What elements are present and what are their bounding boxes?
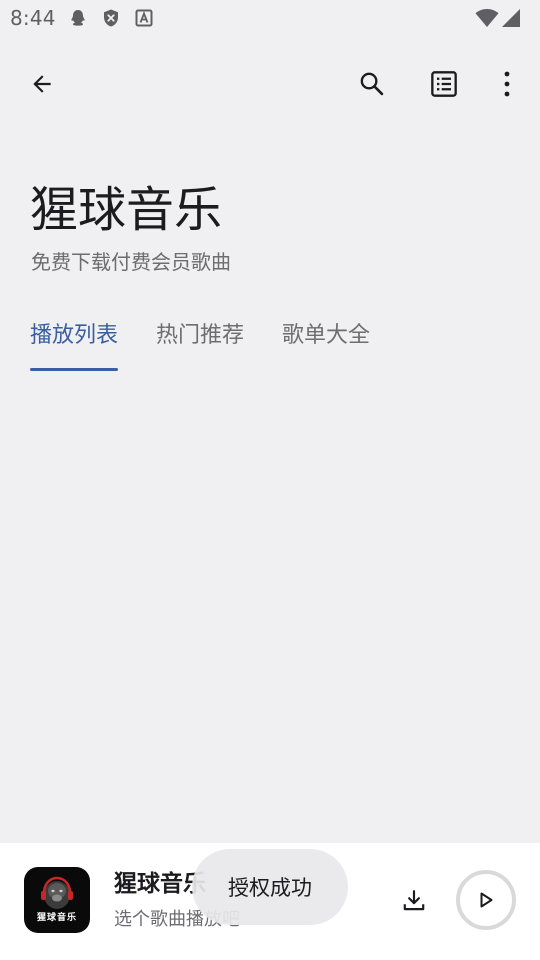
top-app-bar: [0, 56, 540, 112]
app-a-icon: [134, 8, 154, 28]
download-icon: [403, 890, 425, 911]
album-art-caption: 猩球音乐: [36, 913, 77, 923]
list-icon: [431, 71, 457, 97]
tab-label: 热门推荐: [156, 323, 245, 348]
page-subtitle: 免费下载付费会员歌曲: [31, 250, 231, 274]
wifi-icon: [475, 8, 499, 28]
tab-label: 播放列表: [30, 323, 119, 348]
tab-hot-recommend[interactable]: 热门推荐: [156, 318, 244, 374]
status-time: 8:44: [10, 6, 56, 30]
search-icon: [360, 72, 384, 96]
tab-active-indicator: [30, 368, 119, 371]
back-button[interactable]: [18, 60, 66, 108]
tab-bar: 播放列表 热门推荐 歌单大全: [30, 318, 408, 374]
status-bar: 8:44: [0, 0, 540, 36]
shield-x-icon: [101, 8, 121, 28]
qq-notification-icon: [68, 8, 88, 28]
cell-signal-icon: [501, 8, 521, 28]
download-button[interactable]: [390, 877, 438, 925]
toast-message: 授权成功: [192, 849, 348, 925]
tab-label: 歌单大全: [282, 323, 371, 348]
screen: 8:44 猩球音乐 免费下载付费会员歌曲 播放列表 热门推荐 歌单大全 猩球音乐…: [0, 0, 540, 960]
list-button[interactable]: [420, 60, 468, 108]
more-vert-icon: [504, 71, 510, 97]
album-art[interactable]: 猩球音乐: [24, 867, 90, 933]
tab-playlist[interactable]: 播放列表: [30, 318, 119, 374]
tab-song-lists[interactable]: 歌单大全: [282, 318, 370, 374]
more-options-button[interactable]: [483, 60, 531, 108]
play-icon: [480, 892, 493, 908]
play-button[interactable]: [456, 870, 516, 930]
back-arrow-icon: [33, 75, 51, 93]
search-button[interactable]: [348, 60, 396, 108]
page-title: 猩球音乐: [30, 182, 223, 238]
gorilla-logo-icon: [41, 876, 73, 909]
